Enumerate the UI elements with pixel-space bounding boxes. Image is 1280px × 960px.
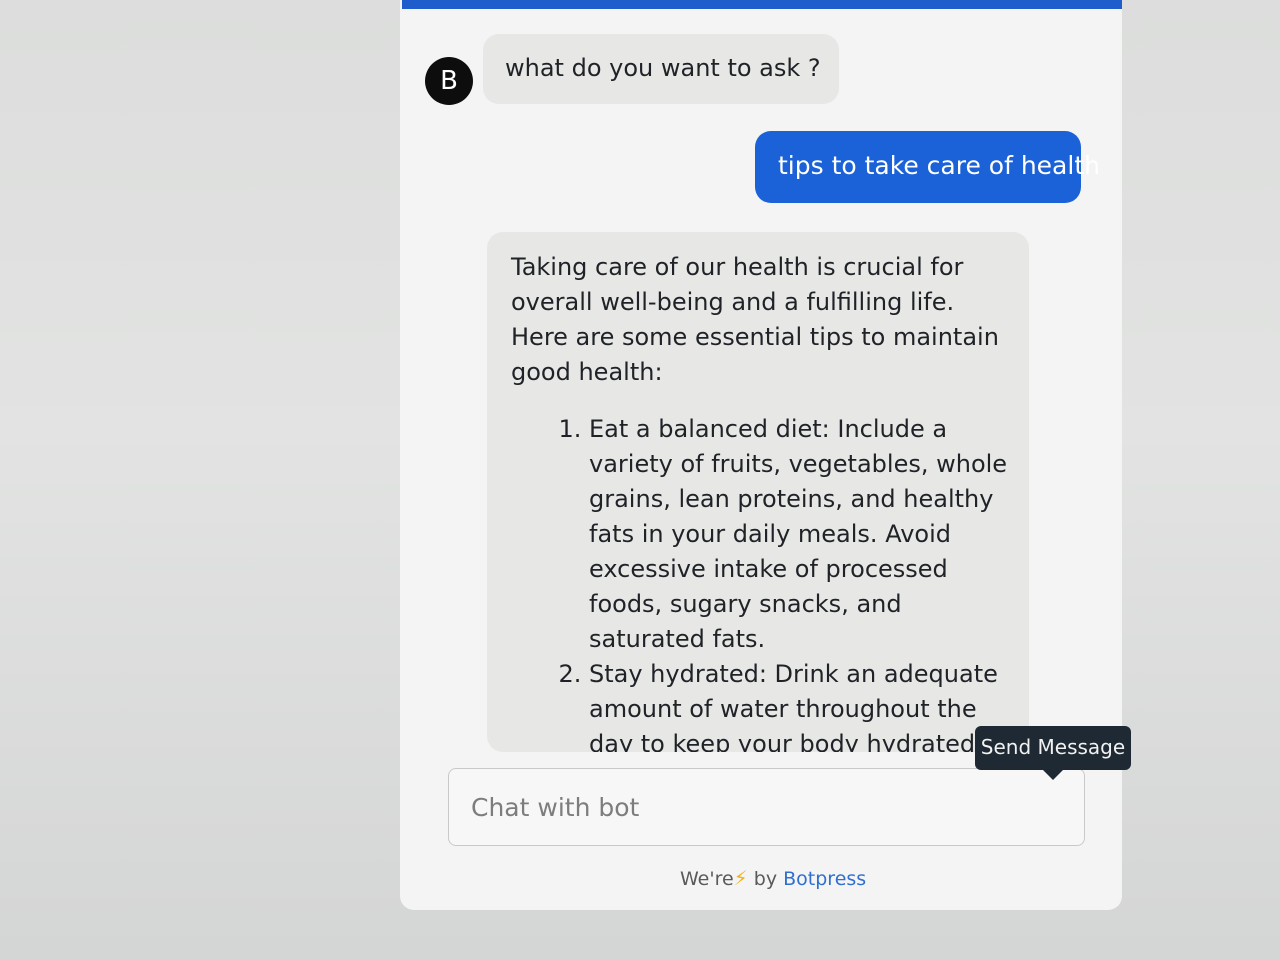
user-message-text: tips to take care of health	[778, 151, 1100, 180]
bot-avatar: B	[425, 57, 473, 105]
tip-item: Stay hydrated: Drink an adequate amount …	[589, 657, 1019, 752]
lightning-bolt-icon: ⚡	[733, 866, 748, 890]
bot-message-text: what do you want to ask ?	[505, 54, 821, 82]
bot-reply-tips: Eat a balanced diet: Include a variety o…	[511, 412, 1019, 752]
botpress-link[interactable]: Botpress	[783, 868, 866, 890]
send-message-tooltip: Send Message	[975, 726, 1131, 780]
user-message: tips to take care of health	[755, 131, 1100, 203]
bot-reply-intro: Taking care of our health is crucial for…	[511, 253, 999, 386]
powered-by-footer: We're⚡ by Botpress	[680, 866, 866, 896]
footer-by: by	[753, 868, 778, 890]
chat-input[interactable]	[448, 768, 1085, 846]
bot-message-greeting: what do you want to ask ?	[483, 34, 839, 104]
footer-prefix: We're	[680, 868, 734, 890]
tip-item: Eat a balanced diet: Include a variety o…	[589, 412, 1019, 657]
bot-message-reply: Taking care of our health is crucial for…	[487, 232, 1029, 752]
chat-header-bar	[402, 0, 1122, 9]
